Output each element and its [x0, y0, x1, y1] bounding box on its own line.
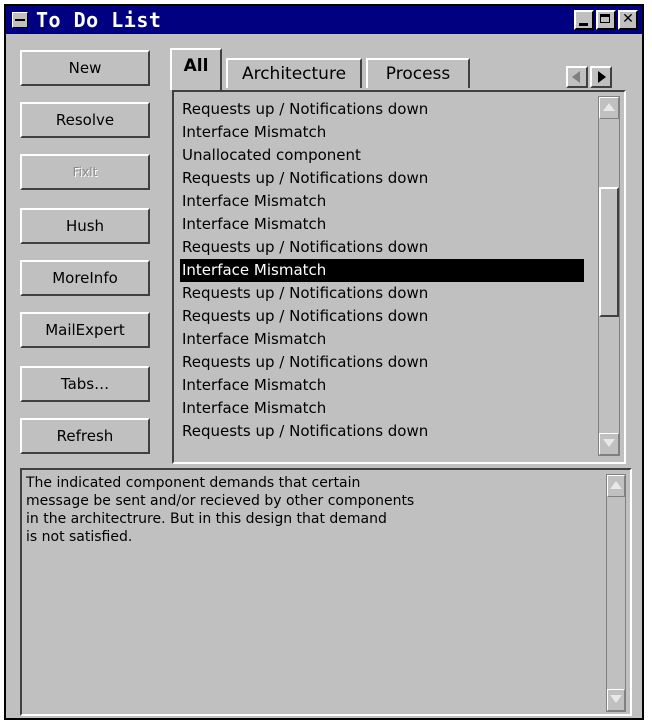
detail-vertical-scrollbar[interactable]	[606, 474, 626, 712]
window-title: To Do List	[36, 8, 162, 32]
todo-item[interactable]: Unallocated component	[180, 144, 584, 167]
todo-item[interactable]: Interface Mismatch	[180, 259, 584, 282]
todo-item[interactable]: Requests up / Notifications down	[180, 305, 584, 328]
detail-text: The indicated component demands that cer…	[26, 475, 415, 545]
todo-window: To Do List ✕ New Resolve FixIt Hush More…	[4, 4, 644, 720]
scrollbar-thumb[interactable]	[599, 187, 619, 317]
system-menu-icon[interactable]	[12, 12, 28, 28]
scroll-left-icon[interactable]	[566, 66, 588, 88]
new-button[interactable]: New	[20, 50, 150, 86]
scroll-up-icon[interactable]	[607, 475, 625, 497]
tab-architecture[interactable]: Architecture	[226, 58, 362, 88]
todo-item[interactable]: Interface Mismatch	[180, 328, 584, 351]
title-bar[interactable]: To Do List ✕	[6, 6, 642, 34]
todo-item[interactable]: Requests up / Notifications down	[180, 98, 584, 121]
tab-process[interactable]: Process	[366, 58, 470, 88]
todo-item[interactable]: Interface Mismatch	[180, 213, 584, 236]
todo-item[interactable]: Interface Mismatch	[180, 397, 584, 420]
todo-list-panel: Requests up / Notifications down Interfac…	[172, 90, 626, 464]
fixit-button[interactable]: FixIt	[20, 154, 150, 190]
todo-item[interactable]: Requests up / Notifications down	[180, 236, 584, 259]
scroll-up-icon[interactable]	[599, 97, 619, 119]
moreinfo-button[interactable]: MoreInfo	[20, 260, 150, 296]
list-vertical-scrollbar[interactable]	[598, 96, 620, 456]
todo-item[interactable]: Interface Mismatch	[180, 190, 584, 213]
todo-item[interactable]: Requests up / Notifications down	[180, 351, 584, 374]
todo-item[interactable]: Requests up / Notifications down	[180, 167, 584, 190]
scroll-right-icon[interactable]	[590, 66, 612, 88]
todo-item[interactable]: Interface Mismatch	[180, 374, 584, 397]
scroll-down-icon[interactable]	[599, 433, 619, 455]
scroll-down-icon[interactable]	[607, 689, 625, 711]
close-icon[interactable]: ✕	[618, 10, 638, 30]
tab-all[interactable]: All	[170, 48, 222, 90]
refresh-button[interactable]: Refresh	[20, 418, 150, 454]
todo-item[interactable]: Requests up / Notifications down	[180, 420, 584, 443]
minimize-icon[interactable]	[574, 10, 594, 30]
mailexpert-button[interactable]: MailExpert	[20, 312, 150, 348]
detail-panel: The indicated component demands that cer…	[20, 468, 632, 716]
todo-item[interactable]: Interface Mismatch	[180, 121, 584, 144]
todo-item[interactable]: Requests up / Notifications down	[180, 282, 584, 305]
resolve-button[interactable]: Resolve	[20, 102, 150, 138]
tab-scroll-controls	[566, 66, 612, 88]
maximize-icon[interactable]	[596, 10, 616, 30]
hush-button[interactable]: Hush	[20, 208, 150, 244]
todo-list[interactable]: Requests up / Notifications down Interfac…	[180, 98, 584, 458]
tabs-button[interactable]: Tabs…	[20, 366, 150, 402]
